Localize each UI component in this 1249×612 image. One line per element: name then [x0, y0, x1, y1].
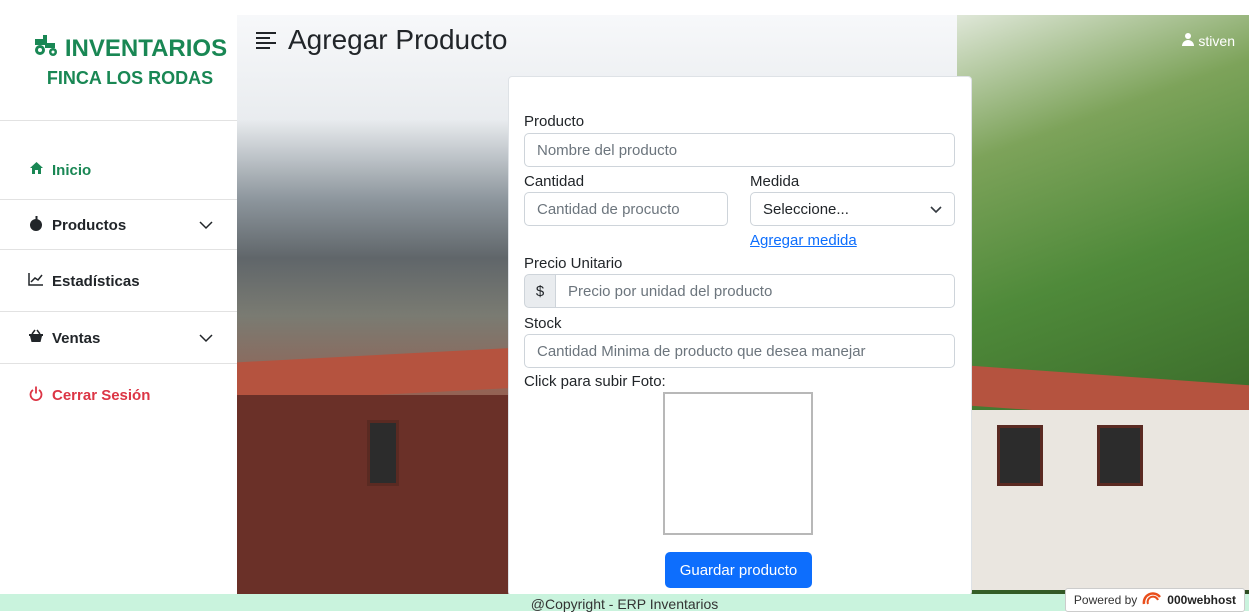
powered-by-label: Powered by: [1073, 593, 1138, 607]
sidebar: INVENTARIOS FINCA LOS RODAS Inicio Produ…: [0, 15, 237, 594]
medida-label: Medida: [750, 173, 800, 190]
divider: [0, 199, 237, 200]
page-title: Agregar Producto: [288, 24, 508, 55]
chevron-down-icon: [930, 201, 942, 218]
host-name: 000webhost: [1167, 593, 1236, 607]
sidebar-item-estadisticas[interactable]: Estadísticas: [0, 257, 237, 305]
divider: [0, 120, 237, 121]
chart-line-icon: [28, 272, 44, 290]
power-icon: [28, 386, 44, 405]
user-menu[interactable]: stiven: [1182, 32, 1235, 49]
user-icon: [1182, 32, 1195, 49]
brand-subtitle: FINCA LOS RODAS: [46, 68, 214, 88]
stock-label: Stock: [524, 315, 562, 332]
window: [367, 420, 399, 486]
agregar-medida-link[interactable]: Agregar medida: [750, 232, 857, 249]
menu-lines-icon[interactable]: [256, 24, 276, 56]
divider: [0, 249, 237, 250]
basket-icon: [28, 329, 44, 347]
username: stiven: [1198, 32, 1235, 49]
copyright-text: @Copyright - ERP Inventarios: [530, 596, 719, 612]
sidebar-item-inicio[interactable]: Inicio: [0, 146, 237, 194]
currency-prefix: $: [524, 274, 556, 308]
tractor-icon: [33, 33, 59, 64]
chevron-down-icon[interactable]: [199, 217, 213, 234]
sidebar-item-productos[interactable]: Productos: [0, 201, 237, 249]
page-header: Agregar Producto: [256, 24, 507, 56]
footer: @Copyright - ERP Inventarios Powered by …: [0, 588, 1249, 612]
sidebar-item-label: Estadísticas: [52, 272, 140, 290]
divider: [0, 311, 237, 312]
sidebar-item-label: Cerrar Sesión: [52, 386, 151, 404]
guardar-producto-button[interactable]: Guardar producto: [665, 552, 812, 588]
medida-select[interactable]: Seleccione...: [750, 192, 955, 226]
precio-label: Precio Unitario: [524, 255, 623, 272]
sidebar-item-label: Inicio: [52, 161, 92, 179]
home-icon: [28, 161, 44, 179]
stock-input[interactable]: [524, 334, 955, 368]
sidebar-item-label: Productos: [52, 216, 127, 234]
divider: [0, 363, 237, 364]
brand-title: INVENTARIOS: [64, 34, 228, 62]
sidebar-item-label: Ventas: [52, 329, 101, 347]
producto-input[interactable]: [524, 133, 955, 167]
brand: INVENTARIOS FINCA LOS RODAS: [30, 33, 230, 89]
top-strip: [0, 0, 1249, 15]
precio-input[interactable]: [556, 274, 955, 308]
cantidad-input[interactable]: [524, 192, 728, 226]
chevron-down-icon[interactable]: [199, 330, 213, 347]
window: [1097, 425, 1143, 486]
window: [997, 425, 1043, 486]
sidebar-item-cerrar-sesion[interactable]: Cerrar Sesión: [0, 371, 237, 419]
medida-selected-value: Seleccione...: [763, 200, 849, 218]
powered-by-badge[interactable]: Powered by 000webhost: [1064, 588, 1245, 612]
sidebar-item-ventas[interactable]: Ventas: [0, 314, 237, 362]
photo-upload-box[interactable]: [663, 392, 813, 535]
apple-icon: [28, 215, 44, 235]
producto-label: Producto: [524, 113, 585, 130]
precio-input-group: $: [524, 274, 955, 308]
cantidad-label: Cantidad: [524, 173, 585, 190]
foto-label: Click para subir Foto:: [524, 373, 666, 390]
webhost-logo-icon: [1142, 591, 1162, 609]
